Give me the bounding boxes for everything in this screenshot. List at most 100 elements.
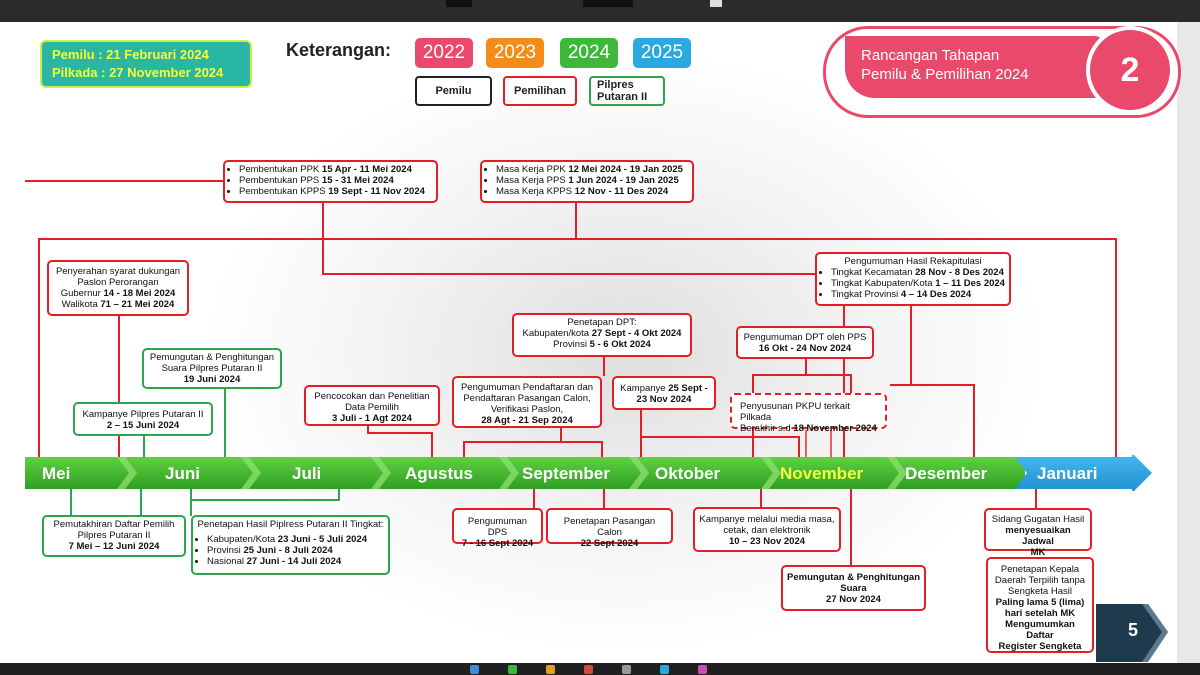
box-penyerahan: Penyerahan syarat dukungan Paslon Perora… <box>47 260 189 316</box>
box-kampanye: Kampanye 25 Sept - 23 Nov 2024 <box>612 376 716 410</box>
month-label-juni: Juni <box>165 464 200 483</box>
text: Sengketa Hasil <box>1008 586 1072 597</box>
legend-label: Pemilu <box>435 85 472 97</box>
date: 28 Nov - 8 Des 2024 <box>915 267 1004 278</box>
list-item: Nasional 27 Juni - 14 Juli 2024 <box>207 556 384 567</box>
text: Gubernur <box>60 288 104 299</box>
connector-line <box>463 441 603 443</box>
connector-line <box>850 488 852 566</box>
connector-line <box>38 238 1116 240</box>
connector-line <box>560 426 562 442</box>
text: Pengumuman DPS <box>467 516 528 538</box>
taskbar-app-icon[interactable] <box>470 665 479 674</box>
taskbar <box>0 663 1200 675</box>
box-kampanye-media: Kampanye melalui media masa, cetak, dan … <box>693 507 841 552</box>
text: Pemutakhiran Daftar Pemilih <box>53 519 175 530</box>
text: Suara <box>840 583 867 594</box>
taskbar-app-icon[interactable] <box>660 665 669 674</box>
connector-line <box>322 200 324 274</box>
text: Data Pemilih <box>345 402 399 413</box>
date: 14 - 18 Mei 2024 <box>103 288 176 299</box>
text: hari setelah MK <box>1004 608 1076 619</box>
taskbar-app-icon[interactable] <box>698 665 707 674</box>
election-dates-box: Pemilu : 21 Februari 2024 Pilkada : 27 N… <box>40 40 252 88</box>
taskbar-app-icon[interactable] <box>622 665 631 674</box>
text: Gubernur 14 - 18 Mei 2024 <box>53 288 183 299</box>
date: 19 Juni 2024 <box>183 374 241 385</box>
text: Masa Kerja PPK <box>496 164 569 175</box>
text: Tingkat Kecamatan <box>831 267 916 278</box>
connector-line-green <box>224 387 226 460</box>
legend-label: Pemilihan <box>514 85 566 97</box>
text: Pilpres Putaran II <box>77 530 151 541</box>
connector-line <box>367 432 433 434</box>
box-rekapitulasi: Pengumuman Hasil Rekapitulasi Tingkat Ke… <box>815 252 1011 306</box>
year-badge-2023: 2023 <box>486 38 544 68</box>
date: 3 Juli - 1 Agt 2024 <box>332 413 412 424</box>
top-bar-block <box>446 0 472 7</box>
date: 1 – 11 Des 2024 <box>935 278 1005 289</box>
list-item: Kabupaten/Kota 23 Juni - 5 Juli 2024 <box>207 534 384 545</box>
taskbar-app-icon[interactable] <box>508 665 517 674</box>
text: Provinsi 5 - 6 Okt 2024 <box>518 339 686 350</box>
box-masa-kerja: Masa Kerja PPK 12 Mei 2024 - 19 Jan 2025… <box>480 160 694 203</box>
text: Pemungutan & Penghitungan <box>149 352 275 363</box>
text: Masa Kerja PPS <box>496 175 569 186</box>
box-sidang-gugatan: Sidang Gugatan Hasil menyesuaikan Jadwal… <box>984 508 1092 558</box>
text: cetak, dan elektronik <box>723 525 811 536</box>
text: Penyerahan syarat dukungan <box>55 266 181 277</box>
box-pemungutan-pilpres: Pemungutan & Penghitungan Suara Pilpres … <box>142 348 282 389</box>
connector-line <box>118 314 120 460</box>
month-label-januari: Januari <box>1037 464 1098 483</box>
text: Berakhir s.d 18 November 2024 <box>740 423 881 434</box>
box-penetapan-hasil-pilpres: Penetapan Hasil Piplress Putaran II Ting… <box>191 515 390 575</box>
year-badge-2022: 2022 <box>415 38 473 68</box>
taskbar-app-icon[interactable] <box>584 665 593 674</box>
text: Paling lama 5 (lima) <box>995 597 1085 608</box>
date: 2 – 15 Juni 2024 <box>106 420 180 431</box>
date: 71 – 21 Mei 2024 <box>100 299 175 310</box>
text: Verifikasi Paslon, <box>490 404 564 415</box>
badge-title-line: Rancangan Tahapan <box>861 47 1000 64</box>
box-pendaftaran: Pengumuman Pendaftaran dan Pendaftaran P… <box>452 376 602 428</box>
text: Pengumuman Pendaftaran dan <box>460 382 594 393</box>
taskbar-app-icon[interactable] <box>546 665 555 674</box>
text: Provinsi <box>553 339 590 350</box>
top-bar <box>0 0 1200 22</box>
date: 27 Juni - 14 Juli 2024 <box>246 556 342 567</box>
date: 23 Nov 2024 <box>636 394 692 405</box>
title: Pengumuman Hasil Rekapitulasi <box>844 256 982 267</box>
date: 18 November 2024 <box>793 423 877 434</box>
text: Sidang Gugatan Hasil <box>991 514 1085 525</box>
date: 5 - 6 Okt 2024 <box>589 339 651 350</box>
date: 25 Sept - <box>668 383 708 394</box>
text: Paslon Perorangan <box>77 277 159 288</box>
text: Provinsi <box>207 545 244 556</box>
text: Berakhir s.d <box>740 423 794 434</box>
text: Kampanye melalui media masa, <box>699 514 835 525</box>
page-number: 5 <box>1128 620 1139 640</box>
badge-title-line: Pemilu & Pemilihan 2024 <box>861 66 1029 83</box>
date: 25 Juni - 8 Juli 2024 <box>243 545 333 556</box>
box-pengumuman-dpt: Pengumuman DPT oleh PPS 16 Okt - 24 Nov … <box>736 326 874 359</box>
connector-line <box>640 410 642 460</box>
connector-line <box>805 357 807 375</box>
title: Penetapan DPT: <box>567 317 637 328</box>
box-pembentukan: Pembentukan PPK 15 Apr - 11 Mei 2024 Pem… <box>223 160 438 203</box>
year-badge-2025: 2025 <box>633 38 691 68</box>
list-item: Masa Kerja KPPS 12 Nov - 11 Des 2024 <box>496 186 688 197</box>
text: Pengumuman DPT oleh PPS <box>743 332 867 343</box>
title: Penetapan Hasil Piplress Putaran II Ting… <box>197 519 384 530</box>
legend-label: Pilpres Putaran II <box>597 79 648 103</box>
connector-line <box>603 488 605 510</box>
box-kampanye-pilpres: Kampanye Pilpres Putaran II 2 – 15 Juni … <box>73 402 213 436</box>
date: 12 Mei 2024 - 19 Jan 2025 <box>568 164 683 175</box>
connector-line <box>752 374 852 376</box>
top-bar-block <box>583 0 633 7</box>
month-label-agustus: Agustus <box>405 464 473 483</box>
pilkada-date: Pilkada : 27 November 2024 <box>52 65 224 80</box>
text: Pemungutan & Penghitungan <box>787 572 920 583</box>
connector-line <box>1035 488 1037 508</box>
month-label-mei: Mei <box>42 464 71 483</box>
title-badge: Rancangan Tahapan Pemilu & Pemilihan 202… <box>845 36 1103 98</box>
